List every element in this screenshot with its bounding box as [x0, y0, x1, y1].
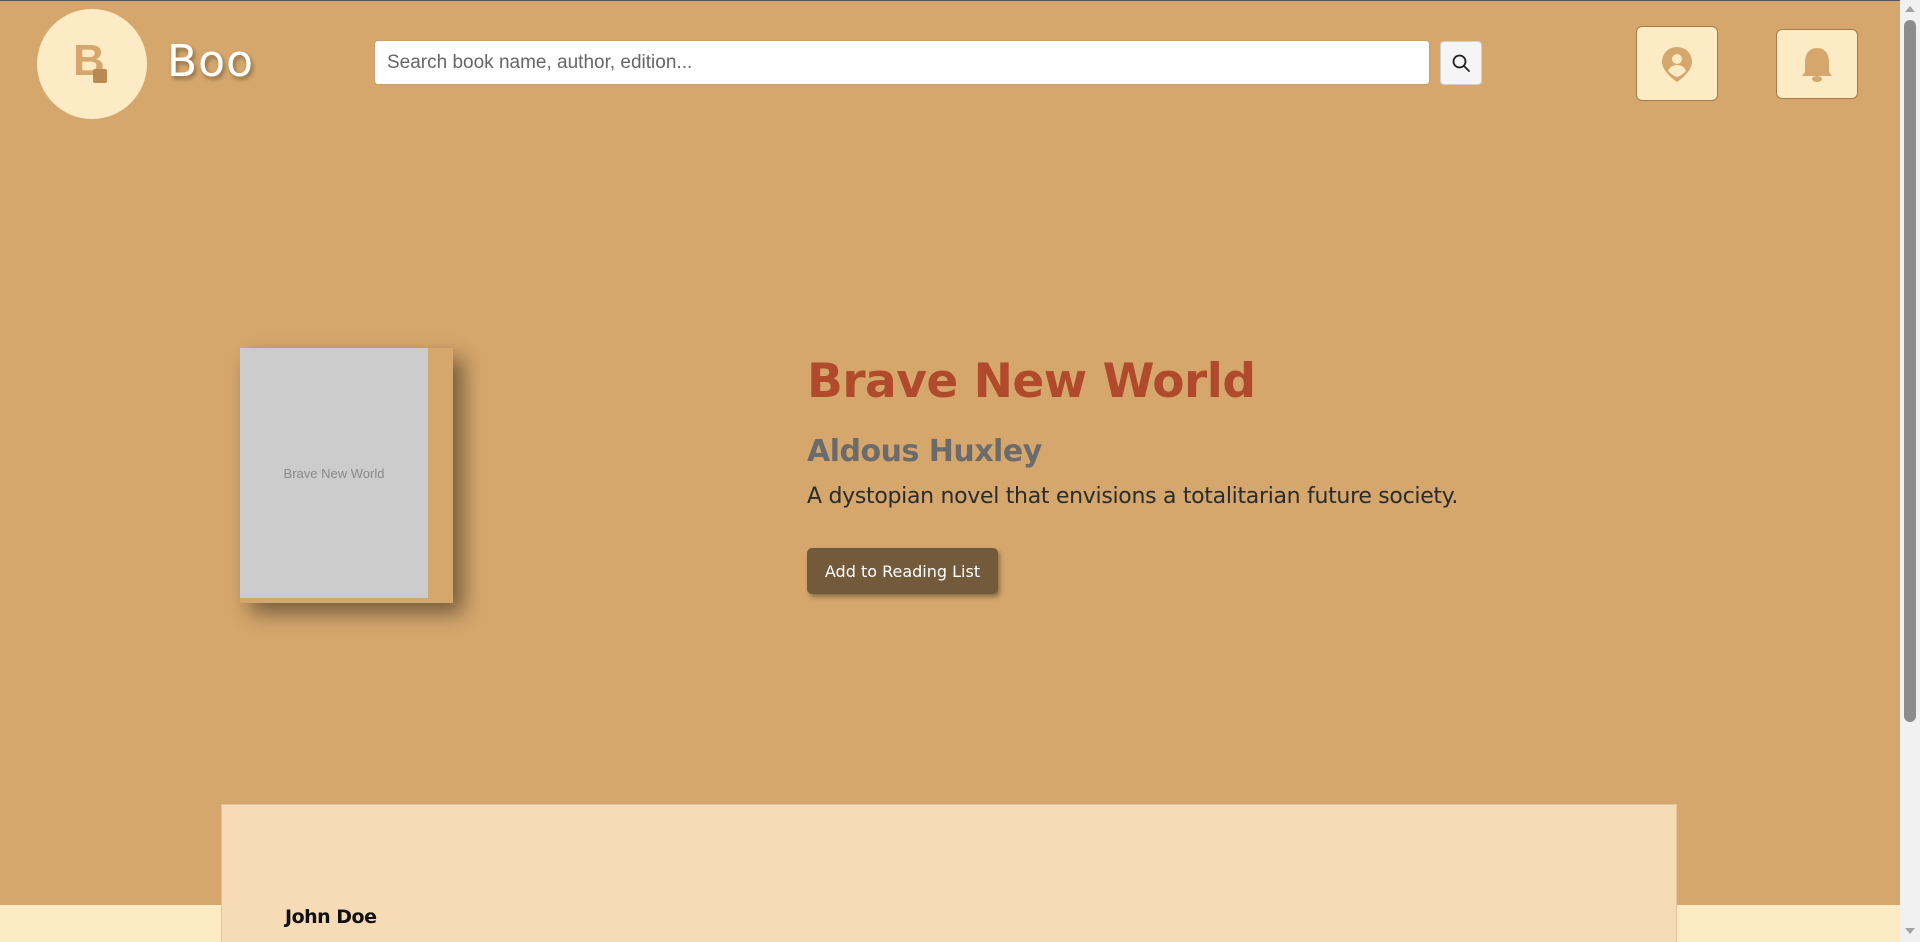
book-icon	[93, 69, 107, 83]
window-top-border	[0, 0, 1920, 1]
scrollbar-thumb[interactable]	[1904, 20, 1916, 722]
location-user-icon	[1662, 46, 1692, 82]
book-cover-placeholder: Brave New World	[240, 348, 428, 598]
brand-name: Boo	[167, 36, 255, 87]
book-description: A dystopian novel that envisions a total…	[807, 484, 1459, 509]
reviews-panel: John Doe	[221, 804, 1677, 942]
bell-icon	[1802, 48, 1832, 82]
search-button[interactable]	[1440, 41, 1482, 85]
scrollbar[interactable]	[1900, 0, 1920, 942]
location-button[interactable]	[1636, 26, 1718, 101]
book-title: Brave New World	[807, 354, 1256, 409]
logo[interactable]: B	[37, 9, 147, 119]
book-author: Aldous Huxley	[807, 434, 1042, 469]
search-input[interactable]	[374, 40, 1430, 85]
scroll-down-arrow-icon[interactable]	[1905, 928, 1915, 934]
scroll-up-arrow-icon[interactable]	[1905, 6, 1915, 12]
notifications-button[interactable]	[1776, 29, 1858, 99]
search-icon	[1452, 54, 1470, 72]
add-to-reading-list-button[interactable]: Add to Reading List	[807, 548, 998, 594]
book-cover: Brave New World	[240, 348, 453, 603]
reviewer-name: John Doe	[285, 906, 377, 928]
